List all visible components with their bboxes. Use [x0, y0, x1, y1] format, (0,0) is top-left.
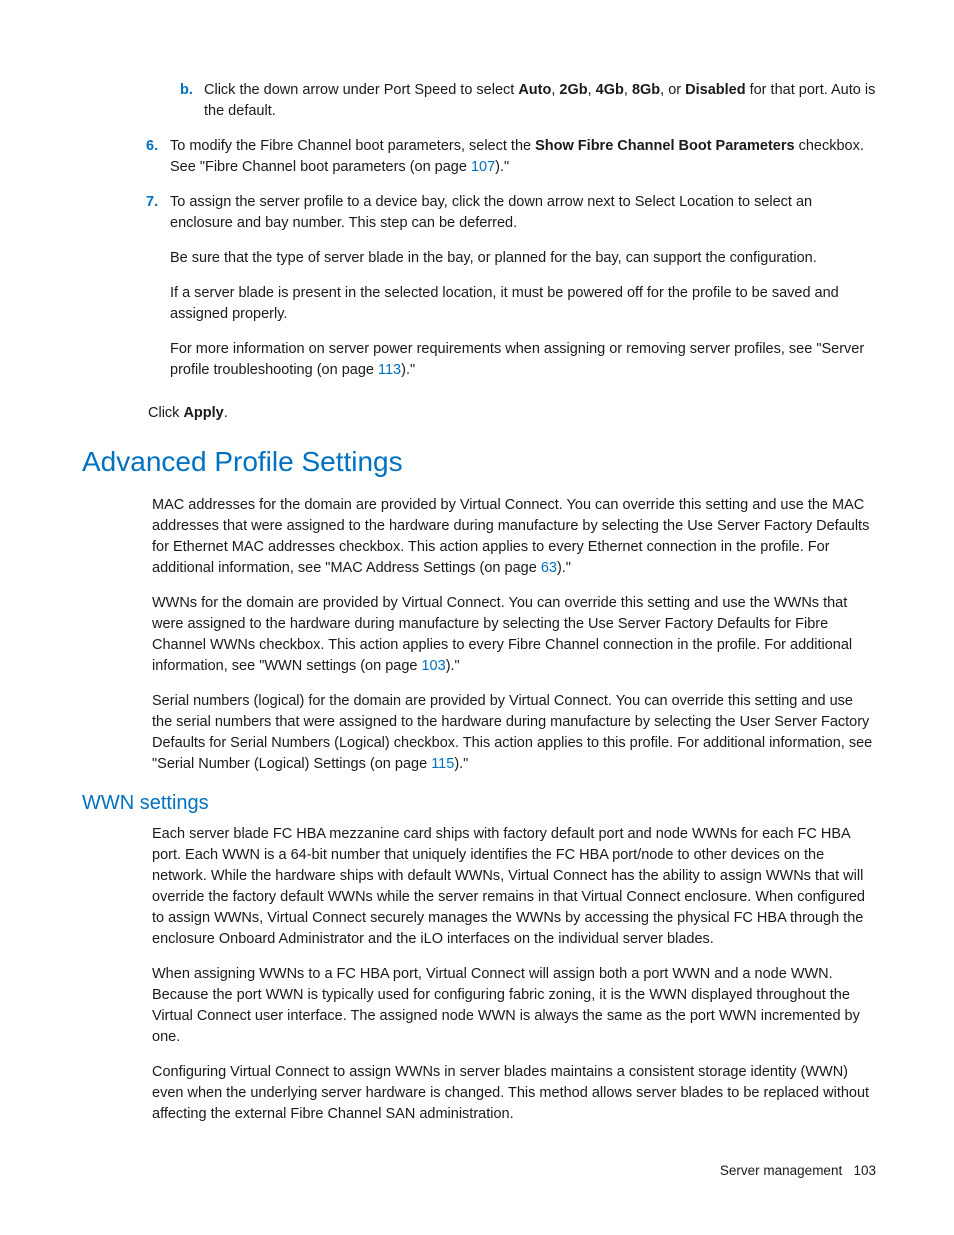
click-apply-line: Click Apply.	[148, 403, 876, 424]
paragraph: Each server blade FC HBA mezzanine card …	[152, 824, 876, 950]
page-link-115[interactable]: 115	[431, 756, 454, 772]
page-footer: Server management 103	[720, 1161, 876, 1181]
option-2gb: 2Gb	[559, 82, 587, 98]
list-item-6: 6. To modify the Fibre Channel boot para…	[142, 136, 876, 184]
paragraph: Be sure that the type of server blade in…	[170, 248, 876, 269]
footer-page-number: 103	[853, 1163, 876, 1178]
bold-apply: Apply	[183, 405, 223, 421]
paragraph: Configuring Virtual Connect to assign WW…	[152, 1062, 876, 1125]
paragraph: If a server blade is present in the sele…	[170, 283, 876, 325]
paragraph-mac: MAC addresses for the domain are provide…	[152, 495, 876, 579]
text: .	[224, 405, 228, 421]
list-body-7: To assign the server profile to a device…	[170, 192, 876, 395]
text: )."	[454, 756, 468, 772]
list-marker-7: 7.	[142, 192, 170, 395]
paragraph: When assigning WWNs to a FC HBA port, Vi…	[152, 964, 876, 1048]
option-auto: Auto	[518, 82, 551, 98]
text: )."	[401, 362, 415, 378]
page-link-63[interactable]: 63	[541, 560, 557, 576]
text: ,	[624, 82, 632, 98]
text: Click the down arrow under Port Speed to…	[204, 82, 518, 98]
list-marker-b: b.	[180, 80, 204, 128]
list-item-7: 7. To assign the server profile to a dev…	[142, 192, 876, 395]
text: )."	[557, 560, 571, 576]
text: Click	[148, 405, 183, 421]
option-8gb: 8Gb	[632, 82, 660, 98]
heading-wwn-settings: WWN settings	[82, 789, 876, 818]
heading-advanced-profile-settings: Advanced Profile Settings	[82, 442, 876, 483]
text: )."	[495, 159, 509, 175]
text: )."	[446, 658, 460, 674]
list-body-6: To modify the Fibre Channel boot paramet…	[170, 136, 876, 184]
paragraph-serial: Serial numbers (logical) for the domain …	[152, 691, 876, 775]
text: , or	[660, 82, 685, 98]
text: To modify the Fibre Channel boot paramet…	[170, 138, 535, 154]
paragraph: To assign the server profile to a device…	[170, 192, 876, 234]
text: Serial numbers (logical) for the domain …	[152, 693, 872, 772]
option-disabled: Disabled	[685, 82, 745, 98]
list-marker-6: 6.	[142, 136, 170, 184]
text: For more information on server power req…	[170, 341, 864, 378]
text: MAC addresses for the domain are provide…	[152, 497, 869, 576]
page-link-103[interactable]: 103	[421, 658, 445, 674]
list-body-b: Click the down arrow under Port Speed to…	[204, 80, 876, 128]
page-link-107[interactable]: 107	[471, 159, 495, 175]
list-item-b: b. Click the down arrow under Port Speed…	[180, 80, 876, 128]
bold-show-fc-boot: Show Fibre Channel Boot Parameters	[535, 138, 794, 154]
footer-label: Server management	[720, 1163, 842, 1178]
option-4gb: 4Gb	[596, 82, 624, 98]
text: WWNs for the domain are provided by Virt…	[152, 595, 852, 674]
page-link-113[interactable]: 113	[378, 362, 401, 378]
text: ,	[588, 82, 596, 98]
paragraph-wwns: WWNs for the domain are provided by Virt…	[152, 593, 876, 677]
